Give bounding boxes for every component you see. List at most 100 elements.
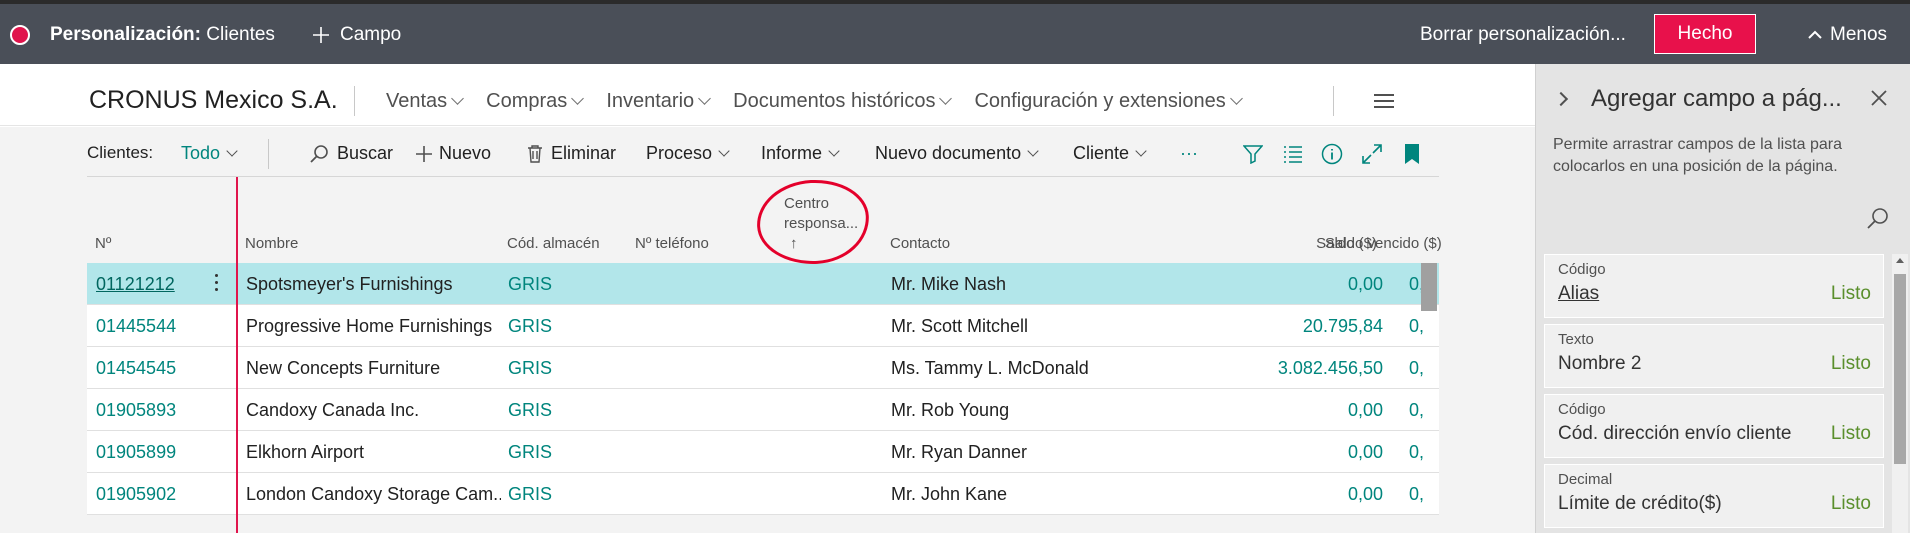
location-link[interactable]: GRIS: [508, 274, 552, 295]
table-scrollbar[interactable]: [1421, 263, 1437, 311]
nav-item-inventario[interactable]: Inventario: [606, 90, 712, 113]
overdue-link[interactable]: 0,: [1409, 400, 1427, 421]
balance-link[interactable]: 0,00: [1177, 484, 1383, 505]
row-actions-icon[interactable]: [215, 274, 219, 294]
divider: [268, 139, 269, 169]
navigation-bar: CRONUS Mexico S.A. Ventas Compras Invent…: [0, 64, 1535, 126]
column-header-overdue[interactable]: Saldo vencido ($): [1325, 235, 1442, 252]
chevron-down-icon: [698, 92, 712, 105]
expand-icon[interactable]: [1361, 143, 1383, 165]
column-header-no[interactable]: Nº: [95, 235, 111, 252]
field-type: Código: [1558, 261, 1606, 278]
table-row[interactable]: 01905893 Candoxy Canada Inc. GRIS Mr. Ro…: [87, 389, 1439, 431]
new-document-dropdown[interactable]: Nuevo documento: [875, 143, 1039, 164]
table-header: Nº Nombre Cód. almacén Nº teléfono Centr…: [87, 178, 1442, 263]
chevron-down-icon: [571, 92, 585, 105]
hamburger-menu-icon[interactable]: [1374, 94, 1394, 108]
column-header-name[interactable]: Nombre: [245, 235, 298, 252]
field-status: Listo: [1830, 283, 1871, 304]
search-icon: [310, 144, 328, 163]
balance-link[interactable]: 0,00: [1177, 274, 1383, 295]
done-button[interactable]: Hecho: [1654, 14, 1756, 54]
reset-personalization-button[interactable]: Borrar personalización...: [1420, 24, 1626, 46]
filter-view-dropdown[interactable]: Todo: [181, 143, 238, 164]
location-link[interactable]: GRIS: [508, 316, 552, 337]
field-type: Texto: [1558, 331, 1594, 348]
table-row[interactable]: 01905899 Elkhorn Airport GRIS Mr. Ryan D…: [87, 431, 1439, 473]
location-link[interactable]: GRIS: [508, 484, 552, 505]
nav-item-ventas[interactable]: Ventas: [386, 90, 465, 113]
customer-name: Elkhorn Airport: [246, 442, 365, 462]
pane-scrollbar-thumb[interactable]: [1894, 274, 1906, 464]
customer-name: Progressive Home Furnishings: [246, 316, 493, 336]
field-card[interactable]: Código Alias Listo: [1544, 254, 1884, 318]
contact-name: Mr. Scott Mitchell: [891, 316, 1029, 336]
recording-indicator-icon: [10, 25, 30, 45]
sort-ascending-icon: ↑: [790, 235, 798, 252]
column-header-location[interactable]: Cód. almacén: [507, 235, 600, 252]
field-card[interactable]: Texto Nombre 2 Listo: [1544, 324, 1884, 388]
table-row[interactable]: 01121212 Spotsmeyer's Furnishings GRIS M…: [87, 263, 1439, 305]
field-card[interactable]: Decimal Límite de crédito($) Listo: [1544, 464, 1884, 528]
more-options-button[interactable]: ···: [1180, 143, 1198, 164]
customer-no-link[interactable]: 01445544: [96, 316, 176, 337]
chevron-down-icon: [828, 145, 840, 157]
overdue-link[interactable]: 0,: [1409, 358, 1427, 379]
chevron-right-icon[interactable]: [1553, 91, 1569, 107]
overdue-link[interactable]: 0,: [1409, 484, 1427, 505]
chevron-down-icon: [1027, 145, 1039, 157]
add-field-button[interactable]: Campo: [312, 24, 401, 46]
new-button[interactable]: Nuevo: [415, 143, 491, 164]
overdue-link[interactable]: 0,: [1409, 442, 1427, 463]
delete-button[interactable]: Eliminar: [527, 143, 616, 164]
location-link[interactable]: GRIS: [508, 400, 552, 421]
plus-icon: [416, 145, 432, 162]
location-link[interactable]: GRIS: [508, 442, 552, 463]
bookmark-icon[interactable]: [1401, 143, 1423, 165]
table-row[interactable]: 01445544 Progressive Home Furnishings GR…: [87, 305, 1439, 347]
column-header-responsibility-center[interactable]: Centro responsa... ↑: [784, 194, 858, 254]
chevron-down-icon: [1229, 92, 1243, 105]
search-button[interactable]: Buscar: [309, 143, 393, 164]
field-card[interactable]: Código Cód. dirección envío cliente List…: [1544, 394, 1884, 458]
field-type: Decimal: [1558, 471, 1613, 488]
nav-item-documentos-historicos[interactable]: Documentos históricos: [733, 90, 953, 113]
customer-dropdown[interactable]: Cliente: [1073, 143, 1147, 164]
customer-no-link[interactable]: 01454545: [96, 358, 176, 379]
overdue-link[interactable]: 0,: [1409, 316, 1427, 337]
balance-link[interactable]: 3.082.456,50: [1177, 358, 1383, 379]
balance-link[interactable]: 0,00: [1177, 442, 1383, 463]
balance-link[interactable]: 20.795,84: [1177, 316, 1383, 337]
customer-name: Spotsmeyer's Furnishings: [246, 274, 453, 294]
table-row[interactable]: 01905902 London Candoxy Storage Cam... G…: [87, 473, 1439, 515]
close-icon[interactable]: [1868, 87, 1890, 109]
scroll-up-arrow-icon[interactable]: [1896, 258, 1904, 263]
customer-no-link[interactable]: 01905893: [96, 400, 176, 421]
field-name: Alias: [1558, 283, 1600, 304]
customer-no-link[interactable]: 01905899: [96, 442, 176, 463]
nav-menu: Ventas Compras Inventario Documentos his…: [386, 90, 1243, 113]
list-view-icon[interactable]: [1282, 143, 1304, 165]
filter-icon[interactable]: [1242, 143, 1264, 165]
pane-description: Permite arrastrar campos de la lista par…: [1553, 136, 1842, 175]
table-row[interactable]: 01454545 New Concepts Furniture GRIS Ms.…: [87, 347, 1439, 389]
nav-item-compras[interactable]: Compras: [486, 90, 585, 113]
contact-name: Mr. Rob Young: [891, 400, 1010, 420]
column-header-contact[interactable]: Contacto: [890, 235, 950, 252]
field-name: Nombre 2: [1558, 353, 1642, 374]
location-link[interactable]: GRIS: [508, 358, 552, 379]
customer-name: London Candoxy Storage Cam...: [246, 484, 501, 504]
company-name[interactable]: CRONUS Mexico S.A.: [89, 86, 338, 115]
personalization-title: Personalización: Clientes: [50, 24, 275, 45]
collapse-bar-button[interactable]: Menos: [1808, 24, 1887, 46]
balance-link[interactable]: 0,00: [1177, 400, 1383, 421]
nav-item-configuracion[interactable]: Configuración y extensiones: [974, 90, 1243, 113]
column-header-phone[interactable]: Nº teléfono: [635, 235, 709, 252]
customer-no-link[interactable]: 01121212: [96, 274, 175, 295]
chevron-down-icon: [451, 92, 465, 105]
search-icon[interactable]: [1866, 206, 1890, 230]
process-dropdown[interactable]: Proceso: [646, 143, 730, 164]
customer-no-link[interactable]: 01905902: [96, 484, 176, 505]
report-dropdown[interactable]: Informe: [761, 143, 840, 164]
info-icon[interactable]: [1321, 143, 1343, 165]
